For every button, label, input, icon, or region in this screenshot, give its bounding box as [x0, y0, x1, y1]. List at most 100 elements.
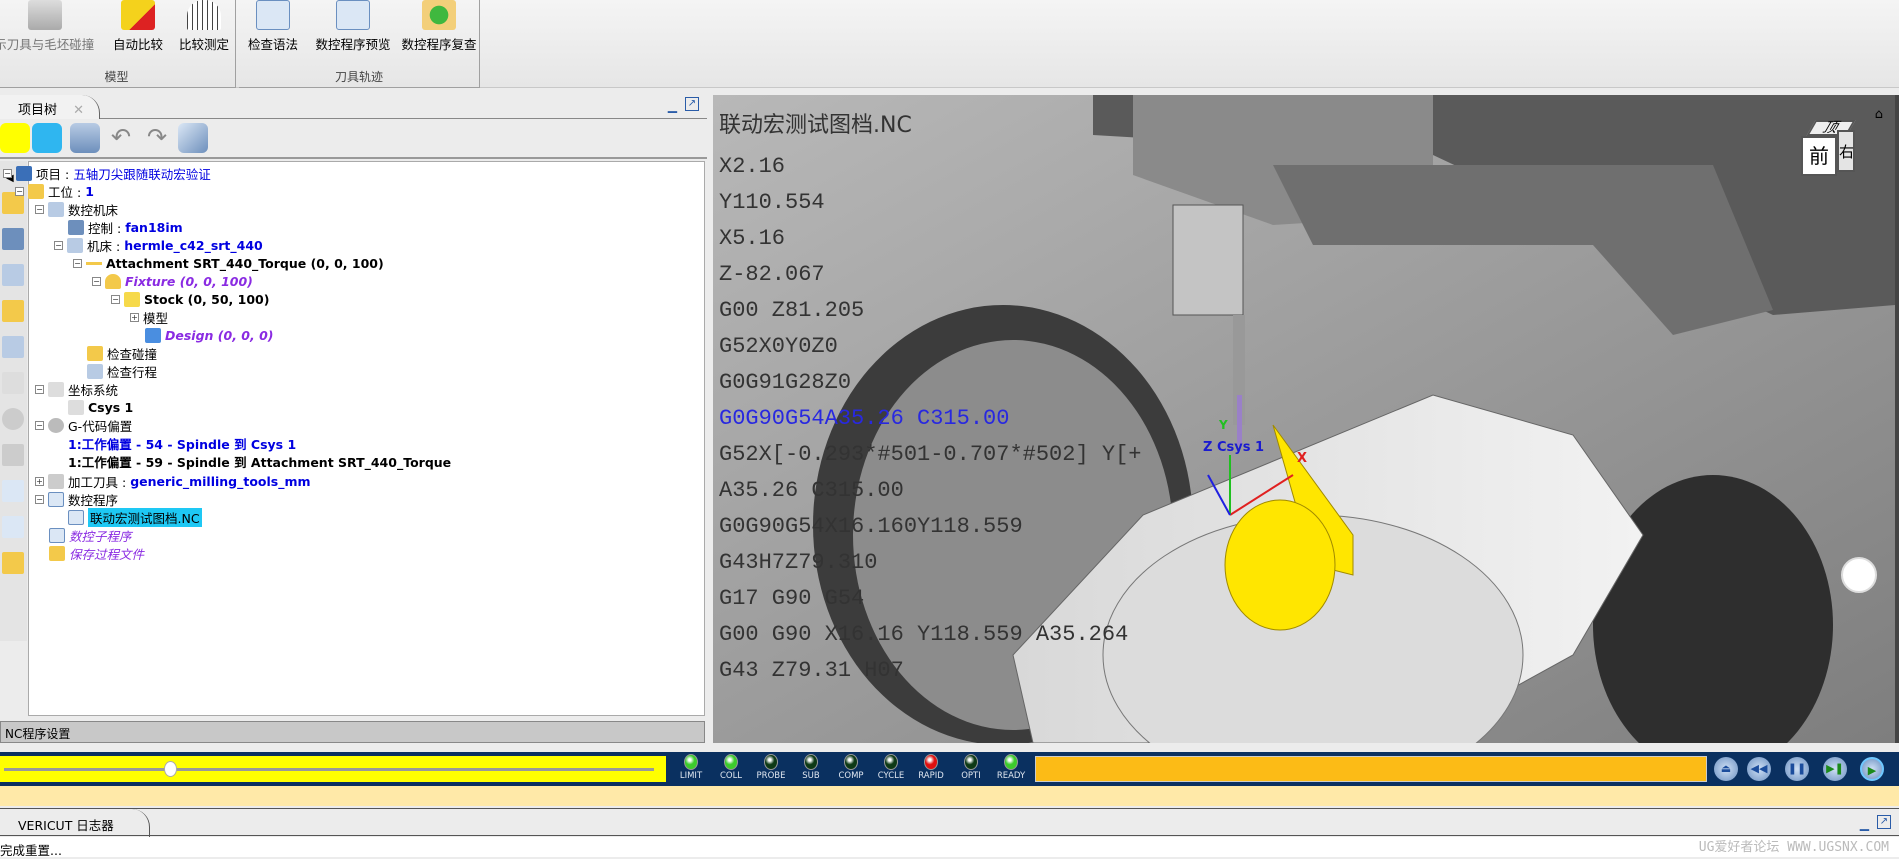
tree-item-check-travel[interactable]: 检查行程: [87, 362, 157, 380]
side-icon-strip: ◀: [0, 161, 27, 641]
tree-item-project[interactable]: − 项目 : 五轴刀尖跟随联动宏验证: [3, 164, 211, 182]
tree-item-fixture[interactable]: − Fixture (0, 0, 100): [92, 272, 253, 290]
view-cube-right[interactable]: 右: [1837, 130, 1855, 172]
tree-item-offset-54[interactable]: 1:工作偏置 - 54 - Spindle 到 Csys 1: [68, 434, 296, 452]
message-strip: [0, 786, 1899, 806]
led-comp: COMP: [832, 754, 870, 781]
step-back-button[interactable]: ◀◀: [1747, 757, 1771, 781]
3d-viewport[interactable]: X Y Z Csys 1 联动宏测试图档.NC X2.16 Y110.554 X5.…: [713, 95, 1895, 743]
check-syntax-button[interactable]: 检查语法: [245, 0, 301, 53]
redo-icon[interactable]: ↷: [142, 123, 172, 153]
tree-item-machine[interactable]: − 机床 : hermle_c42_srt_440: [54, 236, 263, 254]
led-label: PROBE: [756, 771, 786, 781]
compare-measure-button[interactable]: 比较测定: [174, 0, 234, 53]
ribbon-group-model: 显示刀具与毛坯碰撞 自动比较 比较测定 模型: [0, 0, 236, 88]
auto-compare-icon: [121, 0, 155, 30]
coordinate-system-icon[interactable]: [2, 372, 24, 394]
tree-item-machine-group[interactable]: − 数控机床: [35, 200, 118, 218]
status-light-icon: [844, 754, 858, 770]
viewport-scrollbar[interactable]: [1895, 95, 1899, 743]
undo-icon[interactable]: ↶: [106, 123, 136, 153]
tree-item-save-process[interactable]: 保存过程文件: [49, 544, 144, 562]
step-forward-button[interactable]: ▶❚: [1823, 757, 1847, 781]
code-line: X2.16: [719, 154, 786, 179]
close-tab-icon[interactable]: ✕: [73, 103, 84, 118]
collision-icon[interactable]: [2, 300, 24, 322]
tree-item-control[interactable]: 控制 : fan18im: [68, 218, 183, 236]
assistant-avatar[interactable]: [1841, 557, 1877, 593]
travel-icon[interactable]: [2, 336, 24, 358]
machine-icon[interactable]: [2, 264, 24, 286]
review-check-icon: [422, 0, 456, 30]
tree-item-check-collision[interactable]: 检查碰撞: [87, 344, 157, 362]
tree-item-attachment[interactable]: − Attachment SRT_440_Torque (0, 0, 100): [73, 254, 384, 272]
model-view-icon[interactable]: [178, 123, 208, 153]
led-label: COLL: [719, 771, 743, 781]
tab-vericut-logger[interactable]: VERICUT 日志器: [0, 809, 150, 837]
group-label-model: 模型: [104, 70, 129, 84]
log-tab-header: VERICUT 日志器 ▁ ↗: [0, 808, 1899, 837]
tree-item-nc-file[interactable]: 联动宏测试图档.NC: [68, 507, 202, 527]
machine-icon: [67, 237, 83, 253]
tree-item-design[interactable]: Design (0, 0, 0): [145, 326, 274, 344]
tree-item-nc-programs[interactable]: − 数控程序: [35, 490, 118, 508]
led-label: COMP: [838, 771, 864, 781]
code-line: G00 Z81.205: [719, 298, 865, 323]
play-button[interactable]: ▶: [1860, 757, 1884, 781]
nc-program-settings-bar[interactable]: NC程序设置: [0, 721, 705, 743]
status-light-icon: [964, 754, 978, 770]
tree-item-setup[interactable]: − 工位 : 1: [15, 182, 94, 200]
save-process-icon[interactable]: [2, 552, 24, 574]
nc-review-button[interactable]: 数控程序复查: [399, 0, 479, 53]
stock-icon: [124, 291, 140, 307]
axis-y-label: Y: [1219, 418, 1228, 432]
tools-icon: [48, 473, 64, 489]
current-code-line: G0G90G54A35.26 C315.00: [719, 406, 1010, 431]
view-cube[interactable]: 顶 前 右: [1797, 120, 1856, 182]
nc-preview-button[interactable]: 数控程序预览: [309, 0, 397, 53]
gcode-offset-icon[interactable]: [2, 408, 24, 430]
workpiece-cone: [1224, 499, 1336, 631]
led-label: OPTI: [961, 771, 981, 781]
code-line: X5.16: [719, 226, 786, 251]
list-view-icon[interactable]: [32, 123, 62, 153]
maximize-icon[interactable]: ↗: [685, 97, 699, 111]
tools-icon[interactable]: [2, 444, 24, 466]
rewind-to-start-button[interactable]: ⏏: [1714, 757, 1738, 781]
tree-item-csys1[interactable]: Csys 1: [68, 398, 133, 416]
collision-check-icon: [87, 345, 103, 361]
nc-file-title: 联动宏测试图档.NC: [719, 113, 912, 138]
tree-item-csys-group[interactable]: − 坐标系统: [35, 380, 118, 398]
code-line: G0G90G54X16.160Y118.559: [719, 514, 1023, 539]
view-cube-front[interactable]: 前: [1801, 136, 1837, 176]
tree-item-subprograms[interactable]: 数控子程序: [49, 526, 132, 544]
spindle-body: [1172, 204, 1244, 316]
tree-item-model[interactable]: + 模型: [130, 308, 168, 326]
led-label: RAPID: [918, 771, 944, 781]
animation-speed-slider[interactable]: [0, 756, 666, 782]
show-tool-stock-collision-button[interactable]: 显示刀具与毛坯碰撞: [0, 0, 98, 53]
csys-icon: [68, 399, 84, 415]
mouse-select-icon[interactable]: [0, 123, 30, 153]
tree-item-tools[interactable]: + 加工刀具 : generic_milling_tools_mm: [35, 472, 311, 490]
minimize-icon[interactable]: ▁: [668, 99, 677, 113]
axis-x-label: X: [1297, 451, 1308, 466]
pause-button[interactable]: ❚❚: [1785, 757, 1809, 781]
tree-item-gcode-offsets[interactable]: − G-代码偏置: [35, 416, 132, 434]
attachment-icon: [86, 255, 102, 271]
auto-compare-button[interactable]: 自动比较: [108, 0, 168, 53]
add-component-icon[interactable]: [70, 123, 100, 153]
tree-item-stock[interactable]: − Stock (0, 50, 100): [111, 290, 269, 308]
subprogram-icon[interactable]: [2, 516, 24, 538]
led-label: CYCLE: [877, 771, 905, 781]
nc-program-icon: [48, 491, 64, 507]
log-minimize-icon[interactable]: ▁: [1860, 817, 1869, 831]
tab-project-tree[interactable]: 项目树 ✕: [0, 95, 100, 119]
led-rapid: RAPID: [912, 754, 950, 781]
tree-item-offset-59[interactable]: 1:工作偏置 - 59 - Spindle 到 Attachment SRT_4…: [68, 452, 451, 470]
control-icon[interactable]: [2, 228, 24, 250]
log-maximize-icon[interactable]: ↗: [1877, 815, 1891, 829]
slider-knob[interactable]: [164, 761, 177, 777]
home-view-icon[interactable]: ⌂: [1875, 107, 1883, 122]
nc-program-icon[interactable]: [2, 480, 24, 502]
